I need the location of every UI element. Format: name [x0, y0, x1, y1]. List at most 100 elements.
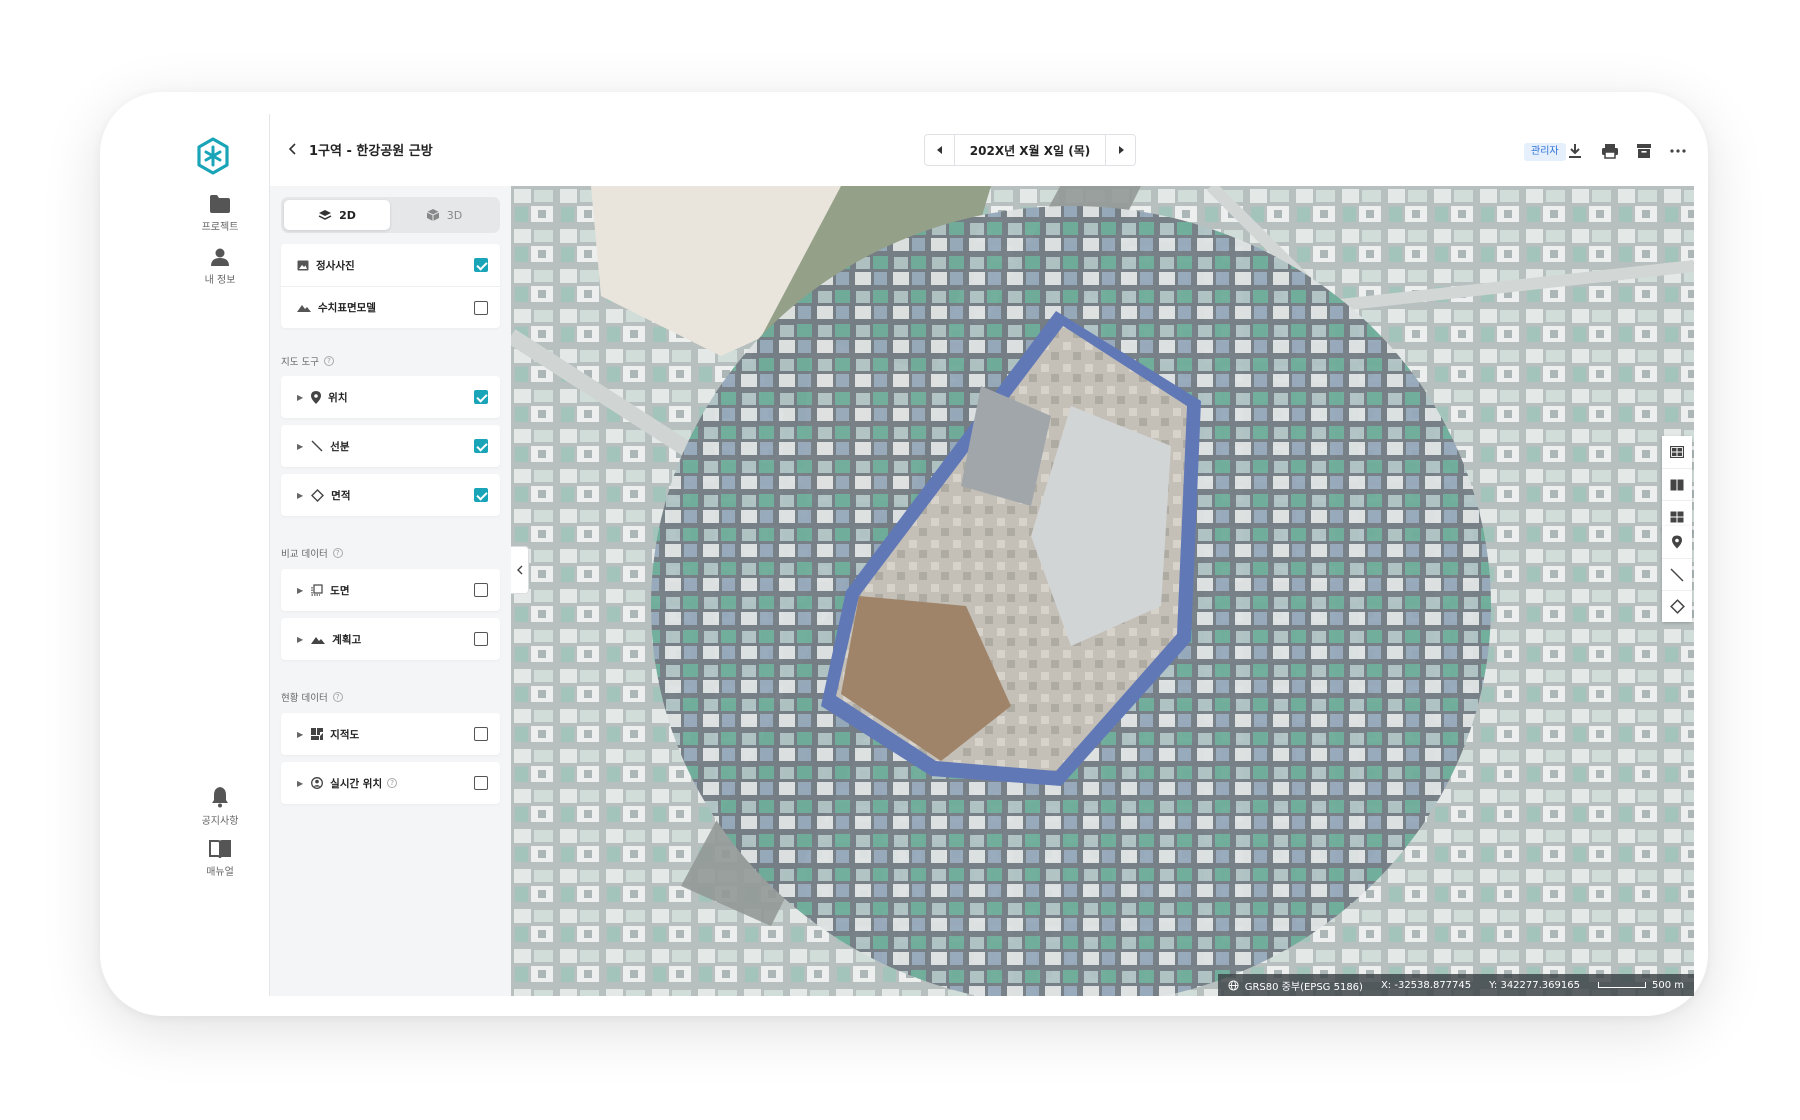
prev-date-button[interactable]	[925, 135, 955, 165]
data-checkbox[interactable]	[474, 776, 488, 790]
layer-orthophoto[interactable]: 정사사진	[281, 244, 500, 286]
split-view-4-button[interactable]	[1662, 436, 1692, 468]
compare-drawing-card: ▶ 도면	[281, 569, 500, 611]
current-cadastral[interactable]: ▶ 지적도	[281, 713, 500, 755]
next-date-button[interactable]	[1105, 135, 1135, 165]
expand-caret-icon[interactable]: ▶	[297, 635, 303, 644]
pin-icon	[1672, 535, 1682, 549]
cadastral-icon	[311, 728, 324, 740]
pin-icon	[311, 390, 322, 404]
rail-item-label: 공지사항	[201, 816, 239, 827]
layer-panel: 2D 3D 정사사진 수치표면모델 지도 도구? ▶ 위치 ▶ 선분 ▶ 면적 …	[270, 186, 511, 996]
measure-line-button[interactable]	[1662, 558, 1692, 590]
rail-item-projects[interactable]: 프로젝트	[170, 194, 270, 233]
map-view-tools	[1662, 436, 1692, 532]
current-date[interactable]: 202X년 X월 X일 (목)	[955, 142, 1105, 159]
section-map-tools: 지도 도구?	[281, 354, 334, 368]
line-icon	[311, 440, 323, 452]
folder-icon	[210, 195, 230, 213]
more-button[interactable]	[1667, 140, 1689, 162]
rail-item-notices[interactable]: 공지사항	[170, 786, 270, 827]
tool-segment-card: ▶ 선분	[281, 425, 500, 467]
role-badge: 관리자	[1524, 143, 1566, 161]
rail-item-label: 매뉴얼	[206, 867, 234, 878]
tab-2d[interactable]: 2D	[284, 200, 390, 230]
measure-area-button[interactable]	[1662, 590, 1692, 622]
layer-label: 수치표면모델	[318, 302, 376, 314]
scale-label: 500 m	[1651, 979, 1684, 991]
help-icon[interactable]: ?	[323, 356, 334, 366]
chevron-left-icon	[288, 143, 296, 155]
date-navigator: 202X년 X월 X일 (목)	[924, 134, 1136, 166]
help-icon[interactable]: ?	[332, 548, 343, 558]
data-label: 실시간 위치	[330, 777, 383, 790]
map-status-bar: GRS80 중부(EPSG 5186) X: -32538.877745 Y: …	[1217, 974, 1694, 996]
top-bar: 1구역 - 한강공원 근방 202X년 X월 X일 (목) 관리자	[270, 114, 1694, 186]
caret-left-icon	[936, 146, 942, 154]
expand-caret-icon[interactable]: ▶	[297, 779, 303, 788]
crs-label[interactable]: GRS80 중부(EPSG 5186)	[1245, 978, 1363, 993]
print-button[interactable]	[1599, 140, 1621, 162]
data-checkbox[interactable]	[474, 583, 488, 597]
rail-item-label: 내 정보	[204, 275, 236, 286]
collapse-panel-button[interactable]	[511, 546, 529, 594]
split-view-2-button[interactable]	[1662, 468, 1692, 500]
nav-rail: 프로젝트 내 정보 공지사항 매뉴얼	[170, 114, 270, 996]
data-checkbox[interactable]	[474, 632, 488, 646]
help-icon[interactable]: ?	[332, 692, 343, 702]
layer-checkbox[interactable]	[474, 258, 488, 272]
expand-caret-icon[interactable]: ▶	[297, 586, 303, 595]
rail-item-label: 프로젝트	[201, 222, 239, 233]
rail-item-manual[interactable]: 매뉴얼	[170, 839, 270, 878]
layer-dsm[interactable]: 수치표면모델	[281, 286, 500, 328]
expand-caret-icon[interactable]: ▶	[297, 491, 303, 500]
measure-location-button[interactable]	[1662, 526, 1692, 558]
compare-drawing[interactable]: ▶ 도면	[281, 569, 500, 611]
tool-location[interactable]: ▶ 위치	[281, 376, 500, 418]
tab-3d[interactable]: 3D	[391, 200, 497, 230]
terrain-icon	[311, 636, 326, 644]
app-logo-icon	[197, 137, 229, 175]
globe-icon	[1228, 979, 1239, 991]
tool-checkbox[interactable]	[474, 488, 488, 502]
expand-caret-icon[interactable]: ▶	[297, 393, 303, 402]
current-cadastral-card: ▶ 지적도	[281, 713, 500, 755]
chevron-left-icon	[516, 565, 522, 575]
print-icon	[1602, 144, 1618, 159]
tool-label: 위치	[328, 391, 348, 404]
tab-label: 2D	[339, 208, 356, 222]
tool-segment[interactable]: ▶ 선분	[281, 425, 500, 467]
project-title: 1구역 - 한강공원 근방	[309, 144, 433, 159]
archive-button[interactable]	[1633, 140, 1655, 162]
view-mode-toggle: 2D 3D	[281, 197, 500, 233]
download-button[interactable]	[1564, 140, 1586, 162]
coord-y: Y: 342277.369165	[1489, 979, 1580, 991]
device-frame: 프로젝트 내 정보 공지사항 매뉴얼 1구역 - 한강공원 근방 202X년 X…	[100, 92, 1708, 1016]
tool-checkbox[interactable]	[474, 390, 488, 404]
tool-area-card: ▶ 면적	[281, 474, 500, 516]
current-live-location[interactable]: ▶ 실시간 위치 ?	[281, 762, 500, 804]
expand-caret-icon[interactable]: ▶	[297, 730, 303, 739]
diamond-icon	[1669, 599, 1685, 614]
orthophoto-layer	[511, 186, 1694, 996]
back-button[interactable]	[282, 138, 304, 160]
expand-caret-icon[interactable]: ▶	[297, 442, 303, 451]
map-view[interactable]: GRS80 중부(EPSG 5186) X: -32538.877745 Y: …	[511, 186, 1694, 996]
compare-plan-level[interactable]: ▶ 계획고	[281, 618, 500, 660]
compare-plan-level-card: ▶ 계획고	[281, 618, 500, 660]
image-icon	[297, 260, 309, 270]
scale-bar	[1597, 982, 1646, 988]
layer-label: 정사사진	[316, 259, 355, 272]
layers-icon	[318, 209, 332, 220]
rail-item-my-info[interactable]: 내 정보	[170, 247, 270, 286]
tab-label: 3D	[446, 208, 463, 222]
tool-checkbox[interactable]	[474, 439, 488, 453]
data-checkbox[interactable]	[474, 727, 488, 741]
tool-area[interactable]: ▶ 면적	[281, 474, 500, 516]
bell-icon	[212, 787, 228, 808]
drawing-icon	[311, 584, 323, 596]
app-screen: 프로젝트 내 정보 공지사항 매뉴얼 1구역 - 한강공원 근방 202X년 X…	[170, 114, 1694, 996]
tool-label: 면적	[331, 489, 351, 502]
layer-checkbox[interactable]	[474, 301, 488, 315]
help-icon[interactable]: ?	[387, 778, 398, 788]
